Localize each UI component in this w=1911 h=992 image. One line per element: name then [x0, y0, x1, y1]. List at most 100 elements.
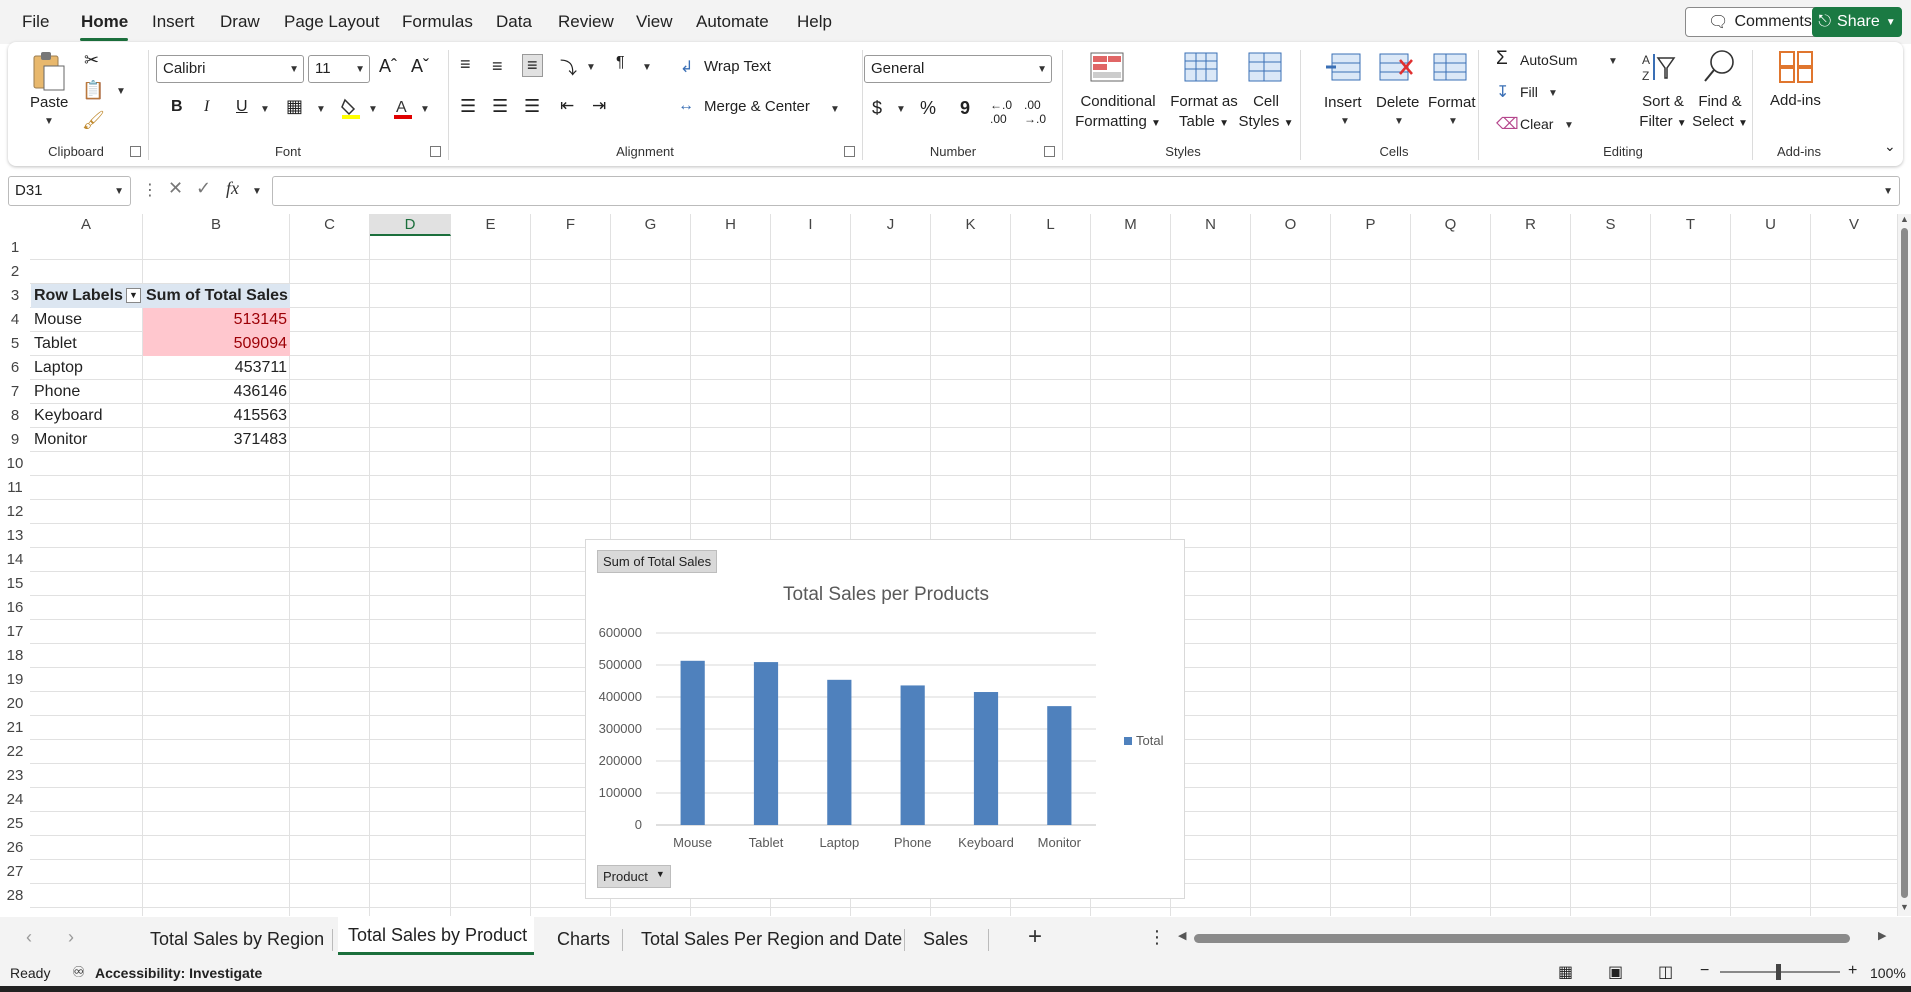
scroll-up-icon[interactable]: ▲ — [1900, 214, 1909, 224]
row-header-11[interactable]: 11 — [0, 476, 30, 500]
column-header-d[interactable]: D — [370, 214, 451, 236]
row-header-3[interactable]: 3 — [0, 284, 30, 308]
row-header-12[interactable]: 12 — [0, 500, 30, 524]
font-name-select[interactable]: Calibri ▼ — [156, 55, 304, 83]
column-header-j[interactable]: J — [851, 214, 931, 236]
insert-button[interactable]: Insert — [1324, 94, 1362, 111]
increase-decimal-icon[interactable]: ←.0.00 — [990, 98, 1012, 126]
row-header-9[interactable]: 9 — [0, 428, 30, 452]
menu-tab-help[interactable]: Help — [797, 12, 832, 32]
zoom-out-icon[interactable]: − — [1700, 962, 1709, 980]
pivot-row-label[interactable]: Mouse — [31, 308, 143, 332]
bold-button[interactable]: B — [171, 98, 183, 116]
zoom-in-icon[interactable]: + — [1848, 962, 1857, 980]
autosum-button[interactable]: AutoSum — [1520, 52, 1578, 68]
chevron-down-icon[interactable]: ▼ — [368, 104, 378, 115]
column-header-t[interactable]: T — [1651, 214, 1731, 236]
row-header-10[interactable]: 10 — [0, 452, 30, 476]
align-left-icon[interactable]: ☰ — [460, 96, 476, 117]
row-header-20[interactable]: 20 — [0, 692, 30, 716]
insert-function-icon[interactable]: fx — [226, 178, 239, 199]
cell-styles-button[interactable]: Cell Styles ▼ — [1236, 92, 1296, 134]
align-top-icon[interactable]: ≡ — [460, 54, 471, 75]
chevron-down-icon[interactable]: ▼ — [260, 104, 270, 115]
column-header-k[interactable]: K — [931, 214, 1011, 236]
zoom-level[interactable]: 100% — [1870, 965, 1906, 981]
row-header-18[interactable]: 18 — [0, 644, 30, 668]
column-header-c[interactable]: C — [290, 214, 370, 236]
column-header-f[interactable]: F — [531, 214, 611, 236]
column-header-h[interactable]: H — [691, 214, 771, 236]
column-header-u[interactable]: U — [1731, 214, 1811, 236]
row-header-21[interactable]: 21 — [0, 716, 30, 740]
row-header-16[interactable]: 16 — [0, 596, 30, 620]
share-button[interactable]: ⎋ Share ▼ — [1812, 7, 1902, 37]
increase-font-icon[interactable]: Aˆ — [379, 56, 397, 77]
menu-tab-home[interactable]: Home — [81, 12, 128, 32]
page-break-view-icon[interactable]: ◫ — [1658, 962, 1673, 982]
row-header-14[interactable]: 14 — [0, 548, 30, 572]
cancel-icon[interactable]: ✕ — [168, 178, 183, 199]
find-select-button[interactable]: Find & Select ▼ — [1692, 92, 1748, 134]
find-select-icon[interactable] — [1702, 48, 1738, 84]
paste-icon[interactable] — [30, 50, 66, 92]
row-header-28[interactable]: 28 — [0, 884, 30, 908]
row-header-26[interactable]: 26 — [0, 836, 30, 860]
prev-sheet-icon[interactable]: ‹ — [26, 927, 32, 948]
row-header-1[interactable]: 1 — [0, 236, 30, 260]
pivot-row-value[interactable]: 371483 — [143, 428, 290, 452]
value-field-button[interactable]: Sum of Total Sales — [597, 550, 718, 573]
chevron-down-icon[interactable]: ▼ — [830, 104, 840, 115]
text-direction-icon[interactable]: ¶ — [616, 54, 625, 72]
column-header-g[interactable]: G — [611, 214, 691, 236]
row-header-5[interactable]: 5 — [0, 332, 30, 356]
scroll-down-icon[interactable]: ▼ — [1900, 902, 1909, 912]
cell-styles-icon[interactable] — [1248, 52, 1282, 82]
pivot-row-label[interactable]: Monitor — [31, 428, 143, 452]
decrease-font-icon[interactable]: Aˇ — [411, 56, 429, 77]
clear-button[interactable]: Clear — [1520, 116, 1553, 132]
row-header-22[interactable]: 22 — [0, 740, 30, 764]
scroll-right-icon[interactable]: ▶ — [1878, 929, 1886, 942]
pivot-row-value[interactable]: 415563 — [143, 404, 290, 428]
sheet-tab-total-sales-per-region-and-date[interactable]: Total Sales Per Region and Date — [641, 929, 902, 950]
axis-field-button[interactable]: Product ▼ — [597, 865, 671, 888]
delete-cells-icon[interactable] — [1378, 52, 1414, 82]
column-header-n[interactable]: N — [1171, 214, 1251, 236]
pivot-row-value[interactable]: 436146 — [143, 380, 290, 404]
wrap-text-button[interactable]: Wrap Text — [704, 58, 771, 75]
format-button[interactable]: Format — [1428, 94, 1476, 111]
fill-button[interactable]: Fill — [1520, 84, 1538, 100]
column-header-b[interactable]: B — [143, 214, 290, 236]
vertical-scroll-thumb[interactable] — [1901, 228, 1908, 898]
add-ins-button[interactable]: Add-ins — [1770, 92, 1821, 109]
conditional-formatting-icon[interactable] — [1090, 52, 1124, 82]
fill-color-icon[interactable] — [340, 96, 362, 120]
column-header-e[interactable]: E — [451, 214, 531, 236]
pivot-row-value[interactable]: 453711 — [143, 356, 290, 380]
pivot-row-label[interactable]: Laptop — [31, 356, 143, 380]
menu-tab-review[interactable]: Review — [558, 12, 614, 32]
more-options-icon[interactable]: ⋮ — [142, 180, 158, 200]
sheet-tab-total-sales-by-region[interactable]: Total Sales by Region — [150, 929, 324, 950]
sheet-tab-sales[interactable]: Sales — [923, 929, 968, 950]
increase-indent-icon[interactable]: ⇥ — [592, 96, 606, 116]
row-header-4[interactable]: 4 — [0, 308, 30, 332]
column-header-a[interactable]: A — [30, 214, 143, 236]
horizontal-scrollbar[interactable]: ◀ ▶ — [1178, 929, 1890, 945]
font-size-select[interactable]: 11 ▼ — [308, 55, 370, 83]
percent-icon[interactable]: % — [920, 98, 936, 119]
pivot-chart[interactable]: Sum of Total Sales Product ▼ Total Sales… — [585, 539, 1185, 899]
menu-tab-data[interactable]: Data — [496, 12, 532, 32]
menu-tab-formulas[interactable]: Formulas — [402, 12, 473, 32]
merge-center-button[interactable]: Merge & Center — [704, 98, 810, 115]
sheet-tab-total-sales-by-product[interactable]: Total Sales by Product — [348, 925, 527, 946]
zoom-slider-thumb[interactable] — [1776, 964, 1781, 980]
column-header-m[interactable]: M — [1091, 214, 1171, 236]
row-header-13[interactable]: 13 — [0, 524, 30, 548]
zoom-slider[interactable] — [1720, 964, 1840, 980]
underline-button[interactable]: U — [236, 98, 248, 116]
horizontal-scroll-thumb[interactable] — [1194, 934, 1850, 943]
column-header-p[interactable]: P — [1331, 214, 1411, 236]
add-ins-icon[interactable] — [1778, 50, 1814, 84]
